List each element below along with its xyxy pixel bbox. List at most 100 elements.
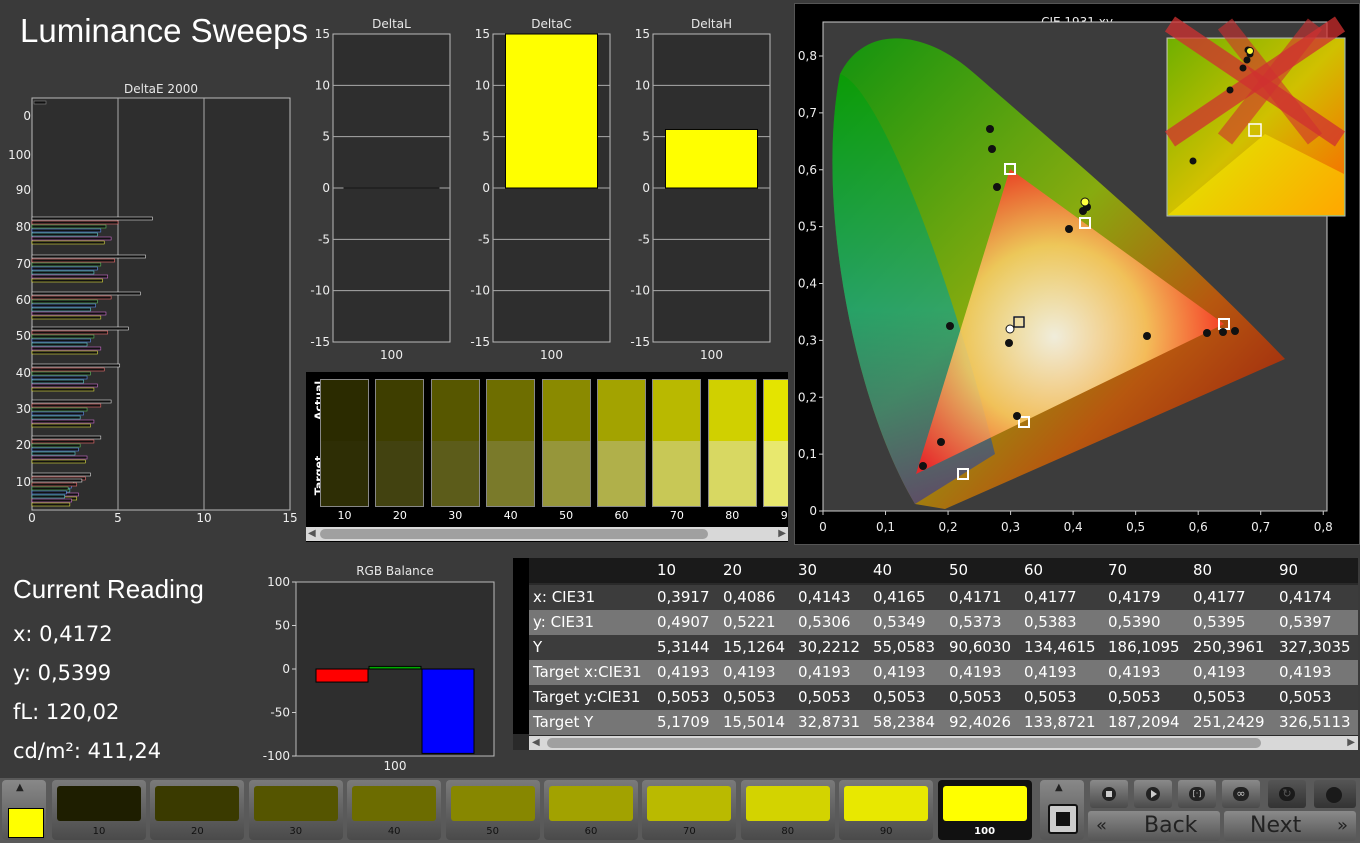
- patch-button-20[interactable]: 20: [150, 780, 245, 840]
- strip-swatch-actual: [542, 380, 590, 441]
- strip-swatch: [763, 379, 788, 507]
- rgb-bar-blue: [421, 668, 475, 754]
- patch-label: 70: [683, 826, 696, 837]
- patch-swatch: [155, 786, 240, 821]
- patch-button-50[interactable]: 50: [445, 780, 540, 840]
- table-cell: 0,4193: [723, 663, 776, 681]
- delta-x-tick: 100: [380, 348, 403, 362]
- cie-plot: CIE 1931 xy00,10,20,30,40,50,60,70,80,80…: [798, 15, 1346, 534]
- scroll-right-arrow[interactable]: ▶: [778, 528, 786, 539]
- deltae-bar: [31, 346, 102, 351]
- strip-swatch: [707, 379, 757, 507]
- infinity-icon: ∞: [1233, 787, 1249, 801]
- table-cell: 0,4193: [657, 663, 710, 681]
- current-swatch-button[interactable]: ▲: [2, 780, 46, 840]
- cie-current-point: [1080, 197, 1090, 207]
- cie-y-tick: 0,3: [798, 333, 817, 347]
- rgb-balance-plot: RGB Balance 100 50 0 -50 -100 100: [263, 564, 495, 773]
- strip-swatch: [320, 379, 369, 507]
- table-cell: 0,4193: [1193, 663, 1246, 681]
- data-table: 10 20 30 40 50 60 70 80 90 x: CIE31 0,3917 0,4086 0…: [513, 558, 1358, 750]
- table-scrollbar[interactable]: ◀ ▶: [529, 736, 1358, 750]
- patch-button-80[interactable]: 80: [740, 780, 835, 840]
- delta-y-tick: -15: [470, 335, 490, 349]
- cie-inset-point: [1243, 56, 1251, 64]
- table-cell: 0,4193: [873, 663, 926, 681]
- strip-swatch-label: 90: [780, 509, 788, 522]
- next-button[interactable]: Next »: [1224, 811, 1356, 841]
- patch-label: 40: [387, 826, 401, 837]
- rgb-y-tick: 50: [275, 619, 290, 633]
- strip-scrollbar[interactable]: ◀ ▶: [306, 527, 788, 541]
- deltae-bar: [31, 439, 95, 444]
- table-scroll-left[interactable]: ◀: [532, 737, 540, 748]
- delta-plots: DeltaL151050-5-10-15100DeltaC151050-5-10…: [310, 17, 771, 362]
- stop-button[interactable]: [1090, 780, 1128, 808]
- table-cell: 251,2429: [1193, 713, 1265, 731]
- deltae-bar: [31, 367, 105, 372]
- cie-measured-point: [946, 322, 954, 330]
- patch-button-60[interactable]: 60: [544, 780, 638, 840]
- table-cell: 92,4026: [949, 713, 1012, 731]
- deltae-bar: [31, 415, 81, 420]
- stop-toggle-button[interactable]: ▲: [1040, 780, 1084, 840]
- table-cell: 0,5395: [1193, 613, 1246, 631]
- table-cell: 55,0583: [873, 638, 936, 656]
- deltae-bar: [31, 334, 95, 339]
- cie-measured-point: [1013, 412, 1021, 420]
- back-button[interactable]: « Back: [1088, 811, 1220, 841]
- patch-button-10[interactable]: 10: [52, 780, 146, 840]
- delta-y-tick: -10: [630, 284, 650, 298]
- strip-swatch-label: 80: [725, 509, 740, 522]
- table-scroll-thumb[interactable]: [547, 738, 1261, 748]
- patch-label: 20: [191, 826, 204, 837]
- loop-button[interactable]: ∞: [1222, 780, 1260, 808]
- delta-y-tick: 5: [322, 130, 330, 144]
- patch-button-40[interactable]: 40: [347, 780, 442, 840]
- record-button[interactable]: [1314, 780, 1356, 808]
- cie-x-tick: 0,4: [1064, 520, 1083, 534]
- table-scroll-right[interactable]: ▶: [1347, 737, 1355, 748]
- patch-button-30[interactable]: 30: [248, 780, 343, 840]
- scroll-thumb[interactable]: [320, 529, 708, 539]
- table-row: Target y:CIE31 0,5053 0,5053 0,5053 0,5053 0,…: [529, 685, 1358, 710]
- capture-button[interactable]: [·]: [1178, 780, 1216, 808]
- refresh-button[interactable]: ↻: [1268, 780, 1306, 808]
- table-column-header: 40: [873, 561, 893, 579]
- strip-swatch-label: 40: [503, 509, 518, 522]
- deltae-bar: [31, 278, 103, 283]
- table-cell: 0,5053: [1279, 688, 1332, 706]
- delta-x-tick: 100: [540, 348, 563, 362]
- cie-x-tick: 0,5: [1126, 520, 1145, 534]
- strip-swatch-actual: [764, 380, 788, 441]
- table-cell: 15,5014: [723, 713, 786, 731]
- deltae-bar: [31, 311, 107, 316]
- deltae-bar: [31, 407, 88, 412]
- table-cell: 0,5349: [873, 613, 926, 631]
- deltae-bar: [31, 307, 91, 312]
- deltae-bar: [31, 451, 76, 456]
- cie-inset-point: [1226, 86, 1234, 94]
- patch-button-90[interactable]: 90: [839, 780, 934, 840]
- play-icon: [1146, 787, 1160, 801]
- table-cell: 186,1095: [1108, 638, 1180, 656]
- deltae-x-tick: 0: [28, 511, 36, 525]
- cie-x-tick: 0,1: [876, 520, 895, 534]
- cie-x-tick: 0,2: [939, 520, 958, 534]
- cie-measured-point: [1143, 332, 1151, 340]
- table-cell: 0,5053: [723, 688, 776, 706]
- play-button[interactable]: [1134, 780, 1172, 808]
- deltae-bar: [31, 379, 84, 384]
- strip-swatch: [430, 379, 480, 507]
- patch-button-100[interactable]: 100: [937, 780, 1032, 840]
- patch-swatch: [745, 786, 830, 821]
- patch-button-70[interactable]: 70: [642, 780, 737, 840]
- deltae-bar: [31, 240, 105, 245]
- delta-charts: DeltaL 15 10 5 0 -5 -10 -15 100 DeltaC 15 10 5 0 -5 -10…: [300, 10, 790, 365]
- scroll-left-arrow[interactable]: ◀: [308, 528, 316, 539]
- cie-y-tick: 0,8: [798, 49, 817, 63]
- deltae-bar: [31, 236, 112, 241]
- table-row: y: CIE31 0,4907 0,5221 0,5306 0,5349 0,5373 0,…: [529, 610, 1358, 635]
- deltae-bar: [31, 363, 121, 368]
- table-cell: 0,4177: [1193, 588, 1246, 606]
